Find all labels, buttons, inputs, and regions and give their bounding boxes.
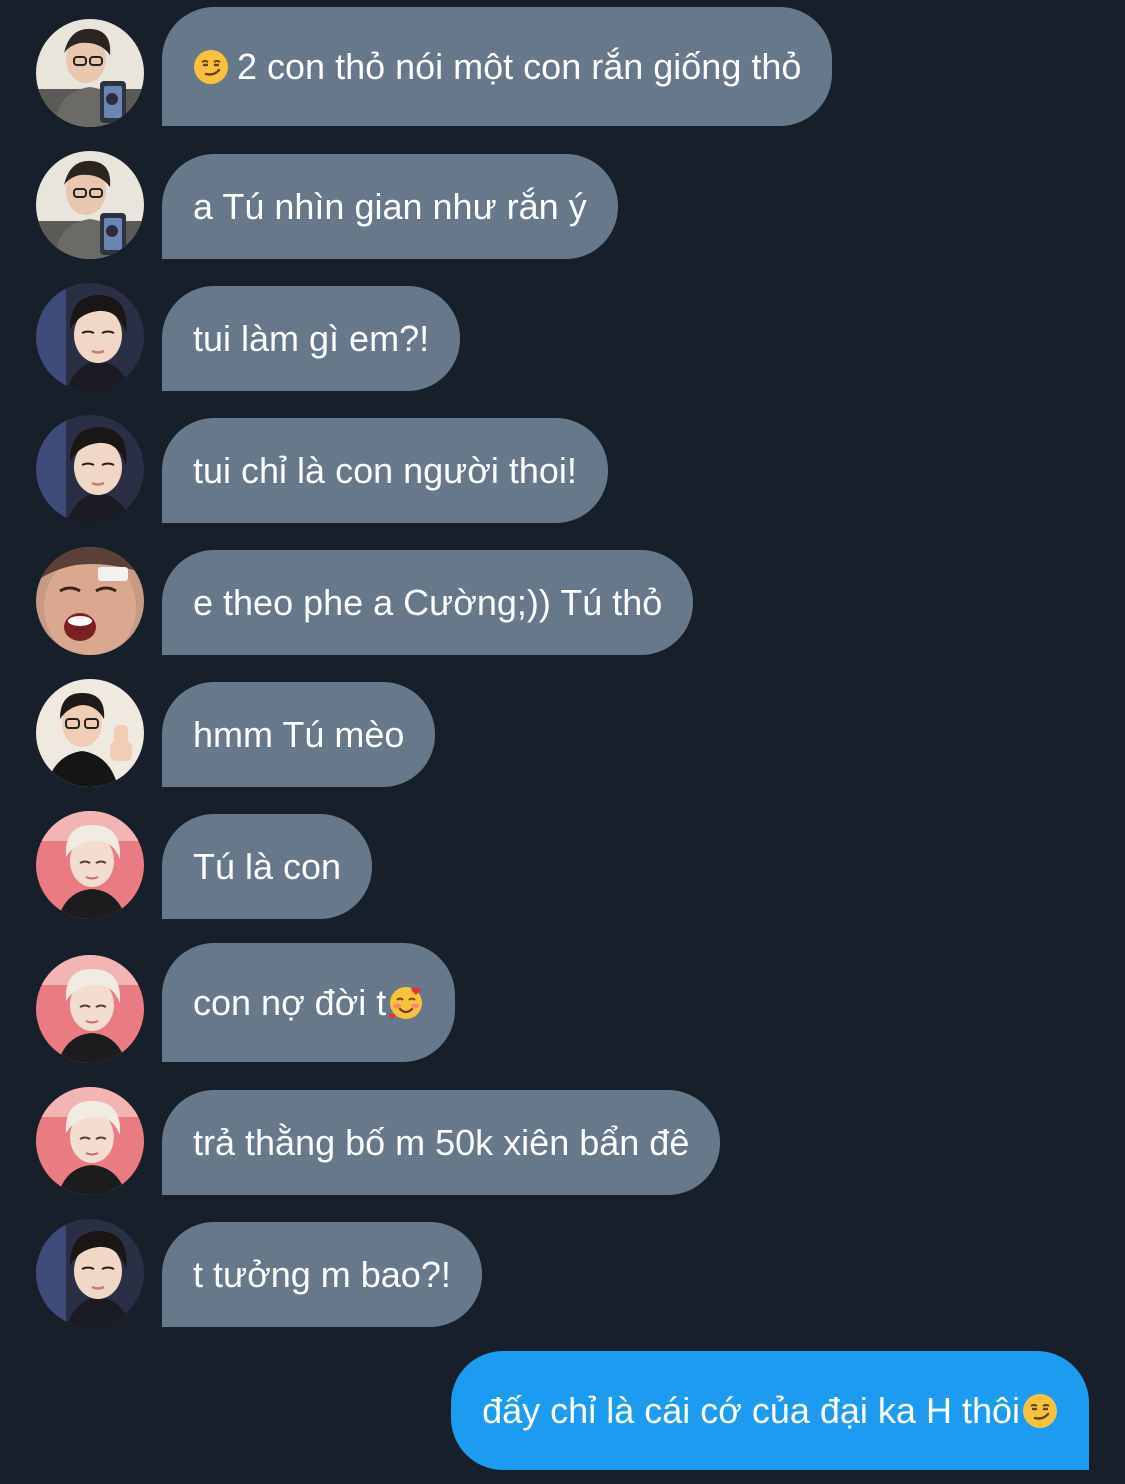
message-text: hmm Tú mèo [193,713,405,755]
message-text: tui chỉ là con người thoi! [193,449,577,491]
avatar[interactable] [36,679,144,787]
message-text: đấy chỉ là cái cớ của đại ka H thôi [482,1389,1020,1431]
avatar[interactable] [36,811,144,919]
message-text: 2 con thỏ nói một con rắn giống thỏ [237,45,802,87]
avatar-blond-pink-image [36,811,144,919]
message-bubble[interactable]: 2 con thỏ nói một con rắn giống thỏ [162,7,833,126]
smiling-hearts-emoji-icon [388,985,424,1021]
avatar[interactable] [36,547,144,655]
avatar[interactable] [36,283,144,391]
smirk-emoji-icon [1022,1393,1058,1429]
message-text: t tưởng m bao?! [193,1253,451,1295]
message-text: Tú là con [193,845,342,887]
message-text: trả thằng bố m 50k xiên bẩn đê [193,1121,690,1163]
avatar-glasses-phone-image [36,151,144,259]
message-bubble[interactable]: a Tú nhìn gian như rắn ý [162,154,618,259]
message-bubble-outgoing[interactable]: đấy chỉ là cái cớ của đại ka H thôi [451,1351,1089,1470]
avatar[interactable] [36,955,144,1063]
avatar[interactable] [36,1219,144,1327]
message-bubble[interactable]: trả thằng bố m 50k xiên bẩn đê [162,1090,721,1195]
message-text: con nợ đời t [193,981,387,1023]
avatar-dark-hair-image [36,415,144,523]
avatar[interactable] [36,415,144,523]
message-bubble[interactable]: tui chỉ là con người thoi! [162,418,608,523]
message-bubble[interactable]: Tú là con [162,814,373,919]
avatar-dark-hair-image [36,283,144,391]
message-text: a Tú nhìn gian như rắn ý [193,185,587,227]
message-bubble[interactable]: tui làm gì em?! [162,286,461,391]
message-text: e theo phe a Cường;)) Tú thỏ [193,581,663,623]
message-text: tui làm gì em?! [193,317,430,359]
message-bubble[interactable]: e theo phe a Cường;)) Tú thỏ [162,550,694,655]
message-bubble[interactable]: t tưởng m bao?! [162,1222,482,1327]
avatar-thumbs-up-image [36,679,144,787]
avatar-surprised-image [36,547,144,655]
avatar-dark-hair-image [36,1219,144,1327]
smirk-emoji-icon [193,49,229,85]
avatar[interactable] [36,151,144,259]
avatar[interactable] [36,19,144,127]
avatar-blond-pink-image [36,1087,144,1195]
avatar[interactable] [36,1087,144,1195]
avatar-glasses-phone-image [36,19,144,127]
message-bubble[interactable]: hmm Tú mèo [162,682,436,787]
message-bubble[interactable]: con nợ đời t [162,943,456,1062]
avatar-blond-pink-image [36,955,144,1063]
